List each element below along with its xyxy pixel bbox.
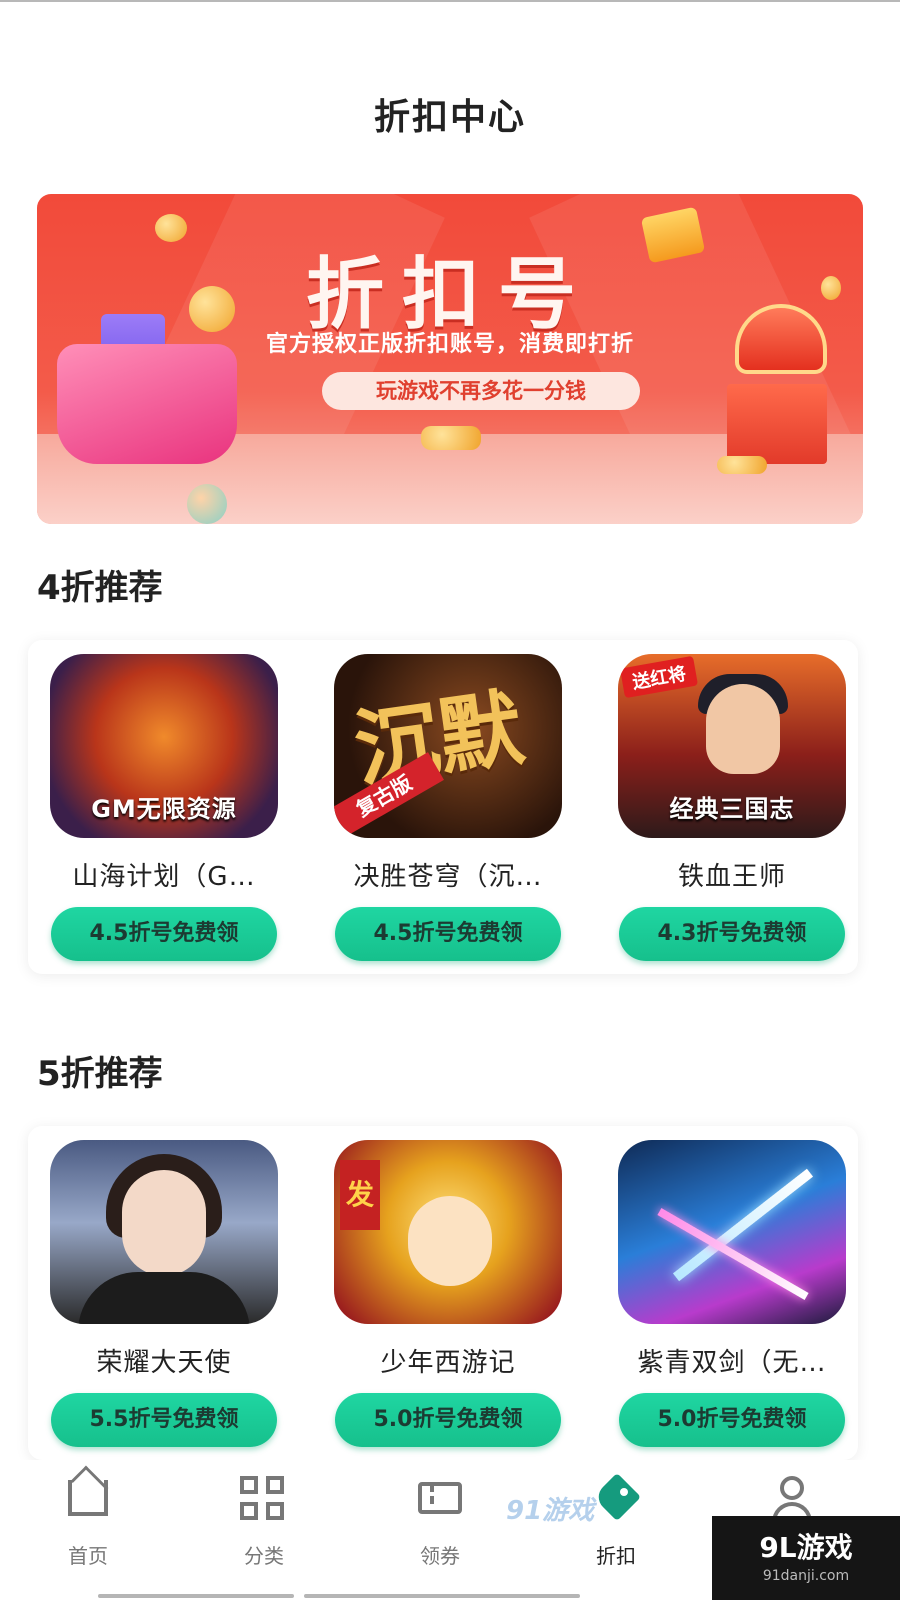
game-name[interactable]: 紫青双剑（无…	[612, 1342, 852, 1379]
nav-label: 折扣	[596, 1544, 636, 1568]
banner-subtitle: 官方授权正版折扣账号，消费即打折	[265, 332, 634, 357]
profile-icon	[768, 1474, 816, 1522]
game-icon-shanhai[interactable]: GM无限资源	[50, 654, 278, 838]
claim-discount-button[interactable]: 5.0折号免费领	[335, 1393, 561, 1447]
game-name[interactable]: 少年西游记	[328, 1342, 568, 1379]
watermark-corner-url: 91danji.com	[762, 1568, 850, 1584]
discount-tag-icon	[592, 1472, 642, 1522]
scroll-indicator	[304, 1594, 580, 1598]
discount-games-card-4: GM无限资源 山海计划（G… 4.5折号免费领 沉默 复古版 决胜苍穹（沉… 4…	[28, 640, 858, 974]
banner-slogan-pill: 玩游戏不再多花一分钱	[322, 372, 640, 410]
ball-decoration	[187, 484, 227, 524]
pedestal-box	[727, 384, 827, 464]
nav-label: 领券	[420, 1544, 460, 1568]
game-icon-shaonian[interactable]: 发	[334, 1140, 562, 1324]
gift-box-icon	[57, 344, 237, 464]
character-face	[122, 1170, 206, 1276]
game-icon-tiexue[interactable]: 送红将 经典三国志	[618, 654, 846, 838]
coin-stack-icon	[421, 426, 481, 450]
nav-home[interactable]: 首页	[28, 1465, 148, 1569]
category-grid-icon	[240, 1474, 288, 1522]
icon-sign: 发	[340, 1160, 380, 1230]
page-title: 折扣中心	[373, 97, 526, 138]
character-face	[706, 684, 780, 774]
section-title-4-discount: 4折推荐	[37, 568, 163, 608]
game-item[interactable]: 沉默 复古版 决胜苍穹（沉… 4.5折号免费领	[328, 654, 568, 961]
icon-caption: GM无限资源	[91, 795, 237, 823]
claim-discount-button[interactable]: 5.5折号免费领	[51, 1393, 277, 1447]
home-icon	[64, 1465, 112, 1522]
game-item[interactable]: GM无限资源 山海计划（G… 4.5折号免费领	[44, 654, 284, 961]
status-bar-divider	[0, 0, 900, 2]
game-item[interactable]: 荣耀大天使 5.5折号免费领	[44, 1140, 284, 1447]
claim-discount-button[interactable]: 4.5折号免费领	[335, 907, 561, 961]
watermark-logo: 91游戏	[506, 1496, 595, 1526]
claim-discount-button[interactable]: 4.3折号免费领	[619, 907, 845, 961]
game-icon-rongyao[interactable]	[50, 1140, 278, 1324]
gold-ingot-icon	[717, 456, 767, 474]
sword-glow	[657, 1208, 809, 1300]
game-item[interactable]: 紫青双剑（无… 5.0折号免费领	[612, 1140, 852, 1447]
watermark-corner-text: 9L游戏	[759, 1531, 853, 1564]
game-icon-juesheng[interactable]: 沉默 复古版	[334, 654, 562, 838]
game-name[interactable]: 山海计划（G…	[44, 856, 284, 893]
claim-discount-button[interactable]: 4.5折号免费领	[51, 907, 277, 961]
watermark-corner: 9L游戏 91danji.com	[712, 1516, 900, 1600]
game-item[interactable]: 送红将 经典三国志 铁血王师 4.3折号免费领	[612, 654, 852, 961]
discount-account-banner[interactable]: 折扣号 官方授权正版折扣账号，消费即打折 玩游戏不再多花一分钱	[37, 194, 863, 524]
game-name[interactable]: 铁血王师	[612, 856, 852, 893]
nav-label: 分类	[244, 1544, 284, 1568]
icon-tag: 送红将	[619, 655, 699, 699]
nav-coupon[interactable]: 领券	[380, 1474, 500, 1569]
claim-discount-button[interactable]: 5.0折号免费领	[619, 1393, 845, 1447]
game-name[interactable]: 荣耀大天使	[44, 1342, 284, 1379]
coupon-icon	[416, 1474, 464, 1522]
scroll-indicator	[98, 1594, 294, 1598]
game-name[interactable]: 决胜苍穹（沉…	[328, 856, 568, 893]
character-face	[408, 1196, 492, 1286]
game-icon-ziqing[interactable]	[618, 1140, 846, 1324]
game-item[interactable]: 发 少年西游记 5.0折号免费领	[328, 1140, 568, 1447]
icon-caption: 经典三国志	[669, 795, 795, 823]
discount-games-card-5: 荣耀大天使 5.5折号免费领 发 少年西游记 5.0折号免费领 紫青双剑（无… …	[28, 1126, 858, 1460]
nav-label: 首页	[68, 1544, 108, 1568]
character-body	[78, 1272, 250, 1324]
section-title-5-discount: 5折推荐	[37, 1054, 163, 1094]
nav-category[interactable]: 分类	[204, 1474, 324, 1569]
